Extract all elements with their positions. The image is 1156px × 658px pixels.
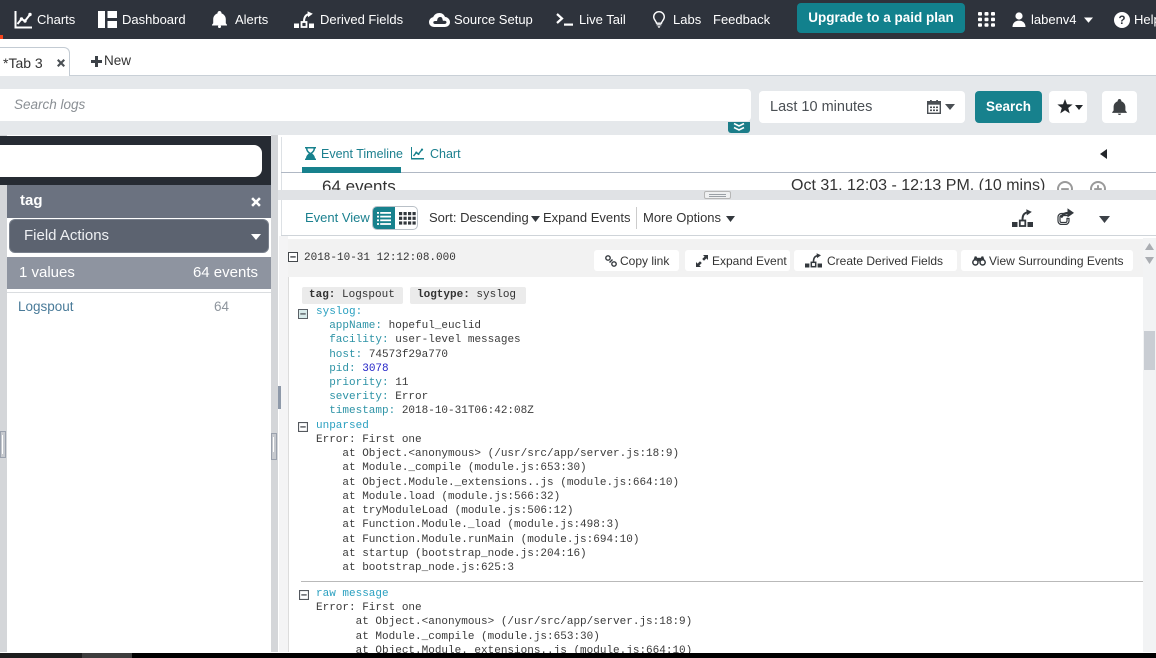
svg-text:?: ? — [1118, 15, 1125, 27]
